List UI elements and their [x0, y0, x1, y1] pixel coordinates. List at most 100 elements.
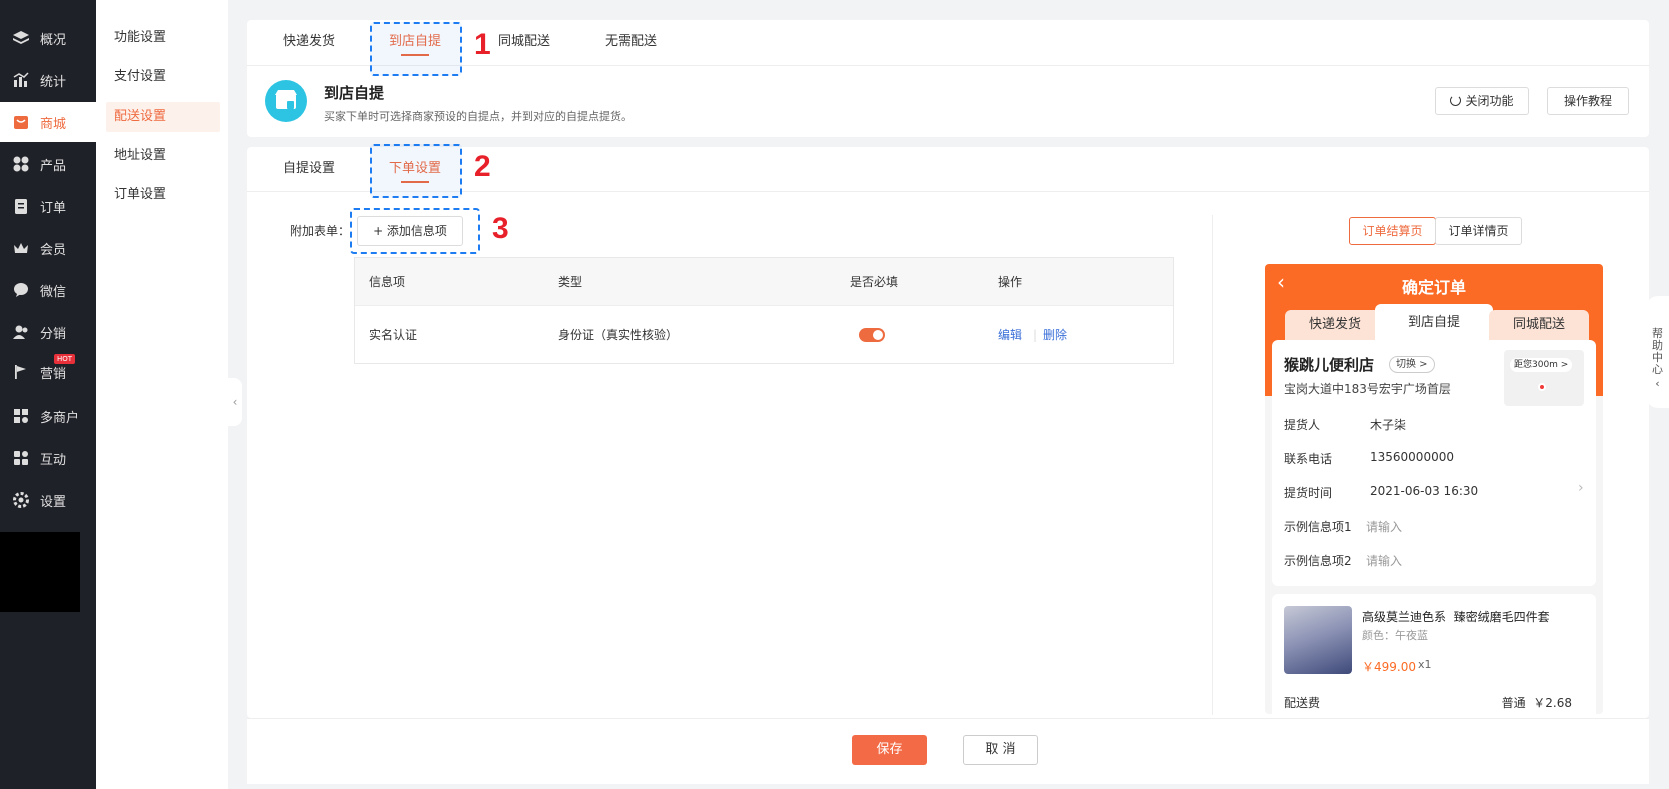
nav-item-distribution[interactable]: 分销 — [0, 312, 96, 352]
shop-icon — [12, 113, 30, 131]
pickup-person-label: 提货人 — [1284, 418, 1321, 432]
nav-label: 订单 — [40, 200, 67, 216]
flag-icon — [12, 363, 30, 381]
nav-item-mall[interactable]: 商城 — [0, 102, 96, 142]
store-address: 宝岗大道中183号宏宇广场首层 — [1284, 382, 1451, 396]
nav-item-wechat[interactable]: 微信 — [0, 270, 96, 310]
product-qty: x1 — [1418, 658, 1432, 671]
tutorial-button[interactable]: 操作教程 — [1547, 87, 1629, 115]
nav-label: 设置 — [40, 494, 67, 510]
chevron-right-icon: › — [1578, 480, 1584, 496]
nav-item-marketing[interactable]: 营销 HOT — [0, 352, 96, 392]
map-pin-icon — [1538, 383, 1546, 391]
phone-preview: ‹ 确定订单 快递发货 到店自提 同城配送 猴跳儿便利店 切换 > 宝岗大道中1… — [1265, 264, 1603, 714]
nav-blank-block — [0, 532, 80, 612]
info-items-table: 信息项 类型 是否必填 操作 实名认证 身份证（真实性核验） 编辑 | 删除 — [354, 257, 1174, 364]
store-name: 猴跳儿便利店 — [1284, 356, 1375, 374]
phone-tab-express: 快递发货 — [1285, 310, 1385, 344]
subnav-item-address[interactable]: 地址设置 — [106, 141, 220, 171]
tab-no-delivery[interactable]: 无需配送 — [605, 20, 657, 64]
pickup-info-card: 猴跳儿便利店 切换 > 宝岗大道中183号宏宇广场首层 距您300m > 提货人… — [1272, 340, 1596, 586]
nav-label: 产品 — [40, 158, 67, 174]
table-row: 实名认证 身份证（真实性核验） 编辑 | 删除 — [355, 305, 1173, 363]
attach-form-label: 附加表单： — [290, 224, 351, 238]
nav-item-overview[interactable]: 概况 — [0, 18, 96, 58]
interact-icon — [12, 449, 30, 467]
feature-description: 买家下单时可选择商家预设的自提点，并到对应的自提点提货。 — [324, 110, 632, 123]
row-type: 身份证（真实性核验） — [558, 328, 679, 342]
grid-icon — [12, 155, 30, 173]
preview-tab-detail[interactable]: 订单详情页 — [1435, 217, 1522, 245]
product-image — [1284, 606, 1352, 674]
required-toggle[interactable] — [859, 328, 885, 342]
chart-icon — [12, 71, 30, 89]
subnav-item-delivery[interactable]: 配送设置 — [106, 102, 220, 132]
wechat-icon — [12, 281, 30, 299]
store-pickup-icon — [265, 80, 307, 122]
shipping-label: 配送费 — [1284, 696, 1321, 710]
help-center-button[interactable]: 帮助中心 ‹ — [1646, 296, 1669, 408]
nav-label: 多商户 — [40, 410, 80, 426]
hot-badge: HOT — [54, 354, 76, 364]
row-name: 实名认证 — [369, 328, 418, 342]
annotation-box-1 — [370, 22, 462, 76]
subnav-item-function[interactable]: 功能设置 — [106, 23, 220, 53]
product-card: 高级莫兰迪色系 臻密绒磨毛四件套 颜色：午夜蓝 ￥499.00 x1 配送费 普… — [1272, 594, 1596, 714]
footer-bar: 保存 取 消 — [247, 718, 1649, 784]
nav-label: 概况 — [40, 32, 67, 48]
product-spec: 颜色：午夜蓝 — [1362, 629, 1428, 642]
subnav-item-order[interactable]: 订单设置 — [106, 180, 220, 210]
cancel-button[interactable]: 取 消 — [963, 735, 1038, 765]
nav-item-members[interactable]: 会员 — [0, 228, 96, 268]
extra-field-2-input: 请输入 — [1366, 554, 1403, 568]
clipboard-icon — [12, 197, 30, 215]
product-name: 高级莫兰迪色系 臻密绒磨毛四件套 — [1362, 610, 1550, 624]
table-header: 信息项 类型 是否必填 操作 — [355, 258, 1173, 305]
chevron-left-icon: ‹ — [1655, 377, 1660, 390]
close-feature-button[interactable]: 关闭功能 — [1435, 87, 1529, 115]
extra-field-1-input: 请输入 — [1366, 520, 1403, 534]
action-divider: | — [1033, 327, 1038, 342]
extra-field-2-label: 示例信息项2 — [1284, 554, 1352, 568]
help-center-label: 帮助中心 — [1652, 327, 1663, 376]
nav-label: 营销 — [40, 366, 67, 382]
nav-label: 商城 — [40, 116, 67, 132]
nav-item-multi-merchant[interactable]: 多商户 — [0, 396, 96, 436]
phone-title: 确定订单 — [1401, 278, 1466, 297]
col-required: 是否必填 — [850, 275, 899, 289]
distance-chip: 距您300m > — [1510, 358, 1573, 372]
tab-express[interactable]: 快递发货 — [283, 20, 335, 64]
tab-pickup-settings[interactable]: 自提设置 — [283, 147, 335, 191]
col-actions: 操作 — [998, 275, 1023, 289]
col-type: 类型 — [558, 275, 583, 289]
save-button[interactable]: 保存 — [852, 735, 927, 765]
shipping-value: 普通 ￥2.68 — [1501, 696, 1572, 710]
users-icon — [12, 323, 30, 341]
nav-label: 会员 — [40, 242, 67, 258]
collapse-sidebar-button[interactable]: ‹ — [228, 378, 242, 426]
nav-item-stats[interactable]: 统计 — [0, 60, 96, 100]
switch-store-chip: 切换 > — [1389, 356, 1435, 373]
feature-title: 到店自提 — [324, 84, 385, 102]
nav-item-orders[interactable]: 订单 — [0, 186, 96, 226]
pickup-person-value: 木子柒 — [1370, 418, 1407, 432]
map-thumbnail: 距您300m > — [1504, 350, 1584, 406]
delete-link[interactable]: 删除 — [1043, 326, 1067, 343]
pickup-time-value: 2021-06-03 16:30 — [1370, 484, 1479, 498]
nav-label: 统计 — [40, 74, 67, 90]
nav-item-interaction[interactable]: 互动 — [0, 438, 96, 478]
preview-tab-checkout[interactable]: 订单结算页 — [1349, 217, 1436, 245]
store-icon — [12, 407, 30, 425]
main-nav: 概况 统计 商城 产品 订单 会员 微信 分销 营销 HOT 多商户 互动 设置 — [0, 0, 96, 789]
power-icon — [1450, 95, 1462, 106]
nav-label: 互动 — [40, 452, 67, 468]
tab-local-delivery[interactable]: 同城配送 — [498, 20, 550, 64]
nav-label: 分销 — [40, 326, 67, 342]
phone-tab-pickup: 到店自提 — [1375, 304, 1493, 344]
col-info-item: 信息项 — [369, 275, 406, 289]
edit-link[interactable]: 编辑 — [998, 326, 1022, 343]
nav-item-settings[interactable]: 设置 — [0, 480, 96, 520]
nav-item-products[interactable]: 产品 — [0, 144, 96, 184]
nav-label: 微信 — [40, 284, 67, 300]
subnav-item-payment[interactable]: 支付设置 — [106, 62, 220, 92]
